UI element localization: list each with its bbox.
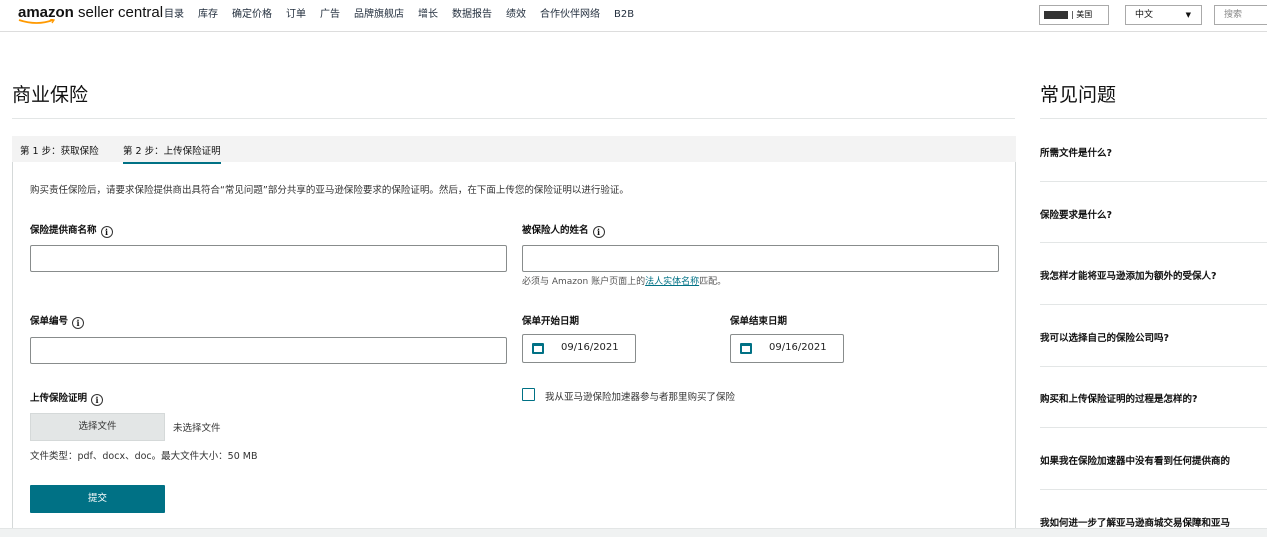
accelerator-checkbox-label[interactable]: 我从亚马逊保险加速器参与者那里购买了保险 [545,389,735,403]
main-menu: 目录 库存 确定价格 订单 广告 品牌旗舰店 增长 数据报告 绩效 合作伙伴网络 B2B [164,8,648,22]
legal-entity-link[interactable]: 法人实体名称 [645,277,699,287]
horizontal-scrollbar[interactable] [0,528,1267,537]
divider [1040,489,1267,490]
insured-name-label: 被保险人的姓名 i [522,222,605,238]
end-date-input[interactable]: 09/16/2021 [730,334,844,363]
insured-name-hint: 必须与 Amazon 账户页面上的法人实体名称匹配。 [522,277,727,287]
file-types-text: 文件类型：pdf、docx、doc。最大文件大小：50 MB [30,451,258,462]
policy-number-label: 保单编号 i [30,313,85,329]
upload-label: 上传保险证明 i [30,390,104,406]
faq-question[interactable]: 保险要求是什么? [1040,207,1112,221]
faq-question[interactable]: 我可以选择自己的保险公司吗? [1040,330,1169,344]
language-select[interactable]: 中文 ▼ [1125,5,1202,25]
divider [12,118,1015,119]
info-icon[interactable]: i [592,226,605,238]
divider [1040,427,1267,428]
divider [1040,304,1267,305]
calendar-icon [532,343,544,354]
divider [1040,118,1267,119]
page-title: 商业保险 [12,84,89,106]
faq-title: 常见问题 [1040,84,1117,106]
calendar-icon [740,343,752,354]
submit-button[interactable]: 提交 [30,485,165,513]
end-date-label: 保单结束日期 [730,316,788,327]
start-date-label: 保单开始日期 [522,316,580,327]
marketplace-switcher[interactable]: | 美国 [1039,5,1109,25]
info-icon[interactable]: i [91,394,104,406]
divider [1040,242,1267,243]
nav-stores[interactable]: 品牌旗舰店 [354,9,404,20]
provider-label: 保险提供商名称 i [30,222,113,238]
nav-catalog[interactable]: 目录 [164,9,184,20]
faq-question[interactable]: 购买和上传保险证明的过程是怎样的? [1040,391,1198,405]
info-icon[interactable]: i [72,317,85,329]
choose-file-button[interactable]: 选择文件 [30,413,165,441]
info-icon[interactable]: i [100,226,113,238]
store-name-redacted [1044,10,1068,19]
dropdown-arrow-icon: ▼ [1185,11,1191,19]
faq-question[interactable]: 如果我在保险加速器中没有看到任何提供商的 [1040,453,1230,467]
tab-step-2[interactable]: 第 2 步：上传保险证明 [123,143,221,164]
start-date-input[interactable]: 09/16/2021 [522,334,636,363]
divider [1040,366,1267,367]
instructions-text: 购买责任保险后，请要求保险提供商出具符合“常见问题”部分共享的亚马逊保险要求的保… [30,185,629,196]
search-input[interactable]: 搜索 [1214,5,1267,25]
faq-question[interactable]: 所需文件是什么? [1040,145,1112,159]
nav-partner-network[interactable]: 合作伙伴网络 [540,9,600,20]
tab-step-1[interactable]: 第 1 步：获取保险 [20,143,99,157]
accelerator-checkbox[interactable] [522,388,535,401]
insured-name-input[interactable] [522,245,999,272]
amazon-smile-icon [18,19,56,24]
faq-question[interactable]: 我怎样才能将亚马逊添加为额外的受保人? [1040,268,1217,282]
no-file-text: 未选择文件 [173,423,221,434]
nav-orders[interactable]: 订单 [286,9,306,20]
faq-question[interactable]: 我如何进一步了解亚马逊商城交易保障和亚马 [1040,515,1230,529]
nav-inventory[interactable]: 库存 [198,9,218,20]
nav-reports[interactable]: 数据报告 [452,9,492,20]
policy-number-input[interactable] [30,337,507,364]
divider [1040,181,1267,182]
nav-advertising[interactable]: 广告 [320,9,340,20]
nav-pricing[interactable]: 确定价格 [232,9,272,20]
nav-performance[interactable]: 绩效 [506,9,526,20]
nav-growth[interactable]: 增长 [418,9,438,20]
nav-b2b[interactable]: B2B [614,9,634,20]
provider-name-input[interactable] [30,245,507,272]
step-tabs: 第 1 步：获取保险 第 2 步：上传保险证明 [12,136,1016,164]
top-navigation: amazon seller central 目录 库存 确定价格 订单 广告 品牌旗舰店增… [0,0,1267,32]
